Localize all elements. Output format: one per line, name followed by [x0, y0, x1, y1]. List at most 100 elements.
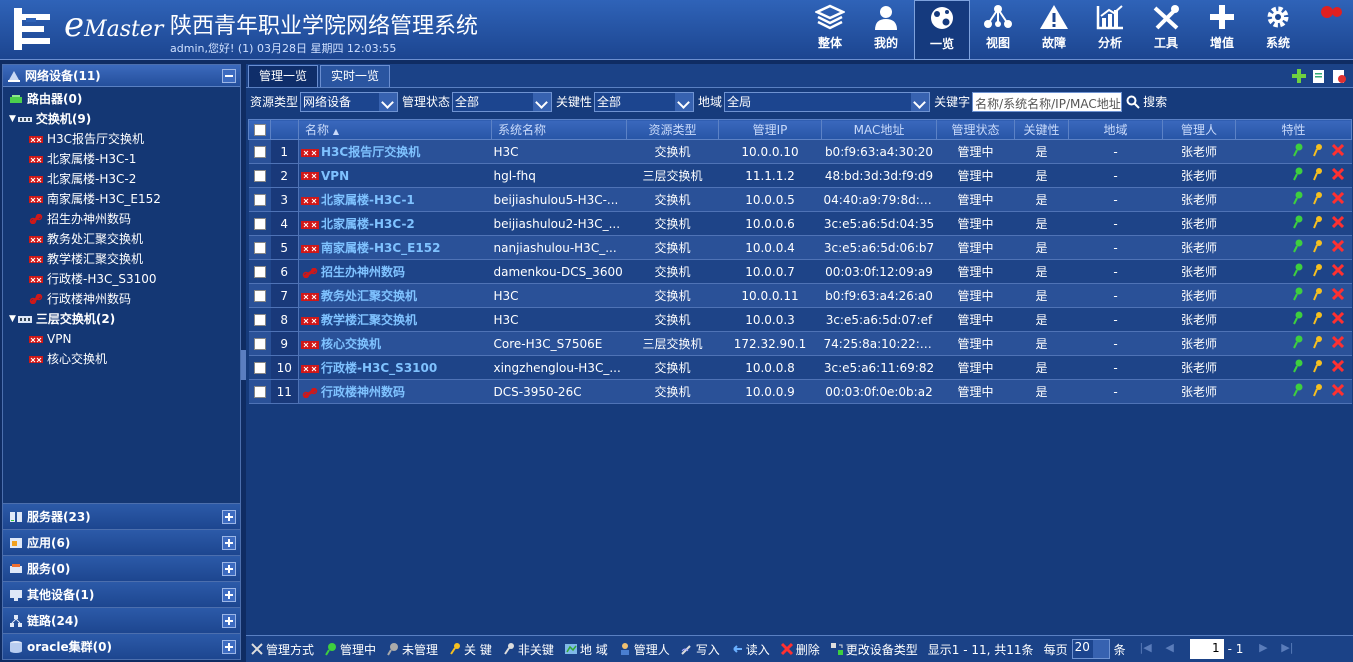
key-icon[interactable] [1312, 191, 1324, 205]
key-icon[interactable] [1312, 215, 1324, 229]
col-ip[interactable]: 管理IP [718, 119, 822, 140]
key-icon[interactable] [1312, 143, 1324, 157]
sidebar-section-apps[interactable]: 应用(6) [3, 529, 240, 555]
search-button[interactable]: 搜索 [1143, 93, 1167, 110]
export-icon[interactable] [1311, 68, 1327, 84]
tab-manage-overview[interactable]: 管理一览 [248, 65, 319, 87]
tree-item-device[interactable]: 南家属楼-H3C_E152 [3, 189, 240, 209]
region-select[interactable]: 全局 [724, 91, 931, 112]
key-icon[interactable] [1312, 311, 1324, 325]
table-row[interactable]: 5 南家属楼-H3C_E152 nanjiashulou-H3C_... 交换机 10.… [248, 235, 1352, 260]
delete-icon[interactable] [1331, 264, 1344, 276]
device-name-link[interactable]: 核心交换机 [298, 331, 492, 356]
delete-icon[interactable] [1331, 216, 1344, 228]
tree-item-device[interactable]: 招生办神州数码 [3, 209, 240, 229]
page-input[interactable]: 1 [1189, 639, 1224, 659]
table-row[interactable]: 7 教务处汇聚交换机 H3C 交换机 10.0.0.11 b0:f9:63:a4:26:a… [248, 283, 1352, 308]
nav-system[interactable]: 系统 [1250, 0, 1306, 60]
row-checkbox[interactable] [248, 235, 271, 260]
device-name-link[interactable]: 教学楼汇聚交换机 [298, 307, 492, 332]
managed-icon[interactable] [1292, 143, 1304, 157]
set-noncritical-button[interactable]: 非关键 [502, 641, 554, 658]
tree-item-device[interactable]: H3C报告厅交换机 [3, 129, 240, 149]
nav-overview[interactable]: 一览 [914, 0, 970, 60]
set-critical-button[interactable]: 关 键 [448, 641, 492, 658]
read-button[interactable]: 读入 [730, 641, 770, 658]
row-checkbox[interactable] [248, 259, 271, 284]
row-checkbox[interactable] [248, 211, 271, 236]
sidebar-header-network[interactable]: 网络设备(11) [3, 65, 240, 87]
set-region-button[interactable]: 地 域 [564, 641, 608, 658]
expand-icon[interactable] [222, 535, 236, 550]
tree-item-l3switch[interactable]: ▼ 三层交换机(2) [3, 309, 240, 329]
tree-item-device[interactable]: 教务处汇聚交换机 [3, 229, 240, 249]
write-button[interactable]: 写入 [680, 641, 720, 658]
page-size-select[interactable]: 20 [1071, 639, 1110, 659]
device-name-link[interactable]: H3C报告厅交换机 [298, 139, 492, 164]
managed-icon[interactable] [1292, 287, 1304, 301]
key-icon[interactable] [1312, 167, 1324, 181]
expand-icon[interactable] [222, 587, 236, 602]
row-checkbox[interactable] [248, 379, 271, 404]
resource-type-select[interactable]: 网络设备 [300, 91, 399, 112]
tree-item-device[interactable]: 行政楼-H3C_S3100 [3, 269, 240, 289]
managed-icon[interactable] [1292, 359, 1304, 373]
table-row[interactable]: 9 核心交换机 Core-H3C_S7506E 三层交换机 172.32.90.1 74:… [248, 331, 1352, 356]
critical-select[interactable]: 全部 [594, 91, 695, 112]
settings-icon[interactable] [1331, 68, 1347, 84]
sidebar-section-links[interactable]: 链路(24) [3, 607, 240, 633]
managed-icon[interactable] [1292, 263, 1304, 277]
row-checkbox[interactable] [248, 283, 271, 308]
add-icon[interactable] [1291, 68, 1307, 84]
key-icon[interactable] [1312, 383, 1324, 397]
col-mac[interactable]: MAC地址 [821, 119, 937, 140]
nav-overall[interactable]: 整体 [802, 0, 858, 60]
key-icon[interactable] [1312, 335, 1324, 349]
nav-addon[interactable]: 增值 [1194, 0, 1250, 60]
table-row[interactable]: 3 北家属楼-H3C-1 beijiashulou5-H3C-... 交换机 10.0.… [248, 187, 1352, 212]
table-row[interactable]: 8 教学楼汇聚交换机 H3C 交换机 10.0.0.3 3c:e5:a6:5d:07:ef… [248, 307, 1352, 332]
sidebar-section-other[interactable]: 其他设备(1) [3, 581, 240, 607]
tree-item-device[interactable]: 北家属楼-H3C-1 [3, 149, 240, 169]
key-icon[interactable] [1312, 263, 1324, 277]
key-icon[interactable] [1312, 239, 1324, 253]
device-name-link[interactable]: 北家属楼-H3C-1 [298, 187, 492, 212]
table-row[interactable]: 11 行政楼神州数码 DCS-3950-26C 交换机 10.0.0.9 00:03:0f… [248, 379, 1352, 404]
sidebar-section-oracle[interactable]: oracle集群(0) [3, 633, 240, 659]
device-name-link[interactable]: 北家属楼-H3C-2 [298, 211, 492, 236]
tree-item-device[interactable]: VPN [3, 329, 240, 349]
delete-icon[interactable] [1331, 288, 1344, 300]
set-unmanaged-button[interactable]: 未管理 [386, 641, 438, 658]
device-name-link[interactable]: 招生办神州数码 [298, 259, 492, 284]
delete-icon[interactable] [1331, 168, 1344, 180]
col-owner[interactable]: 管理人 [1162, 119, 1236, 140]
managed-icon[interactable] [1292, 191, 1304, 205]
first-page-button[interactable]: |◀ [1138, 641, 1154, 657]
collapse-icon[interactable] [222, 68, 236, 83]
managed-icon[interactable] [1292, 383, 1304, 397]
device-name-link[interactable]: 行政楼神州数码 [298, 379, 492, 404]
row-checkbox[interactable] [248, 163, 271, 188]
tree-item-device[interactable]: 核心交换机 [3, 349, 240, 369]
device-name-link[interactable]: 南家属楼-H3C_E152 [298, 235, 492, 260]
expand-icon[interactable] [222, 639, 236, 654]
mgmt-state-select[interactable]: 全部 [452, 91, 553, 112]
nav-mine[interactable]: 我的 [858, 0, 914, 60]
change-type-button[interactable]: 更改设备类型 [830, 641, 918, 658]
tab-realtime-overview[interactable]: 实时一览 [320, 65, 391, 87]
prev-page-button[interactable]: ◀ [1162, 641, 1178, 657]
managed-icon[interactable] [1292, 311, 1304, 325]
col-features[interactable]: 特性 [1235, 119, 1352, 140]
tree-item-device[interactable]: 北家属楼-H3C-2 [3, 169, 240, 189]
table-row[interactable]: 1 H3C报告厅交换机 H3C 交换机 10.0.0.10 b0:f9:63:a4:30:… [248, 139, 1352, 164]
managed-icon[interactable] [1292, 215, 1304, 229]
device-name-link[interactable]: 教务处汇聚交换机 [298, 283, 492, 308]
next-page-button[interactable]: ▶ [1255, 641, 1271, 657]
device-name-link[interactable]: 行政楼-H3C_S3100 [298, 355, 492, 380]
sidebar-section-servers[interactable]: 服务器(23) [3, 503, 240, 529]
row-checkbox[interactable] [248, 139, 271, 164]
power-icon[interactable] [1321, 4, 1343, 20]
delete-button[interactable]: 删除 [780, 641, 820, 658]
delete-icon[interactable] [1331, 336, 1344, 348]
delete-icon[interactable] [1331, 192, 1344, 204]
